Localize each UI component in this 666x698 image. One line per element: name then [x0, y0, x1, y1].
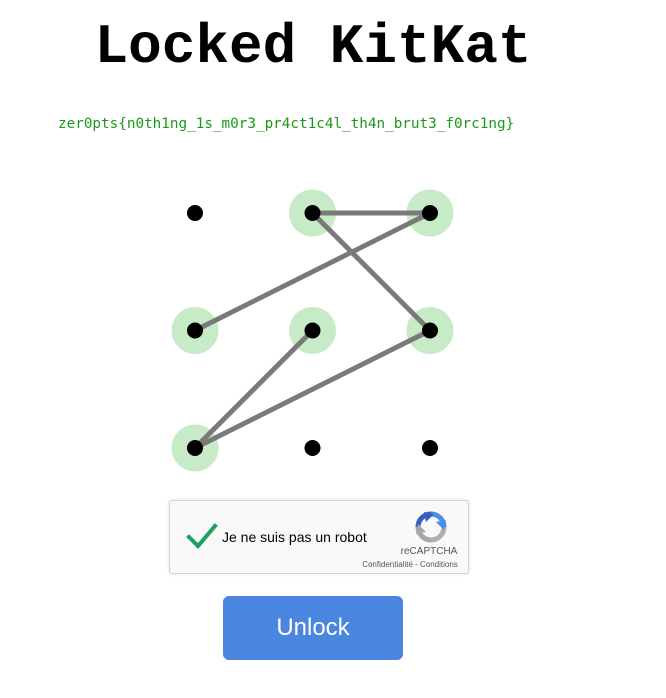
pattern-dot[interactable]: [304, 205, 321, 221]
recaptcha-label: Je ne suis pas un robot: [222, 529, 367, 545]
unlock-button[interactable]: Unlock: [223, 596, 403, 660]
pattern-line: [310, 210, 433, 333]
pattern-dot[interactable]: [304, 440, 321, 456]
recaptcha-widget[interactable]: Je ne suis pas un robot reCAPTCHA Confid…: [169, 500, 469, 574]
pattern-dot[interactable]: [422, 205, 438, 221]
pattern-dot[interactable]: [187, 322, 203, 339]
pattern-dot[interactable]: [304, 322, 321, 339]
pattern-dot[interactable]: [422, 322, 438, 339]
recaptcha-links[interactable]: Confidentialité - Conditions: [350, 560, 470, 569]
recaptcha-logo-icon: [415, 511, 447, 543]
pattern-dot[interactable]: [187, 205, 203, 221]
pattern-dot[interactable]: [187, 440, 203, 456]
pattern-dot[interactable]: [422, 440, 438, 456]
checkmark-icon[interactable]: [186, 521, 218, 551]
recaptcha-brand: reCAPTCHA: [400, 546, 458, 557]
pattern-line: [192, 328, 315, 451]
unlock-pattern-grid[interactable]: [0, 0, 666, 498]
